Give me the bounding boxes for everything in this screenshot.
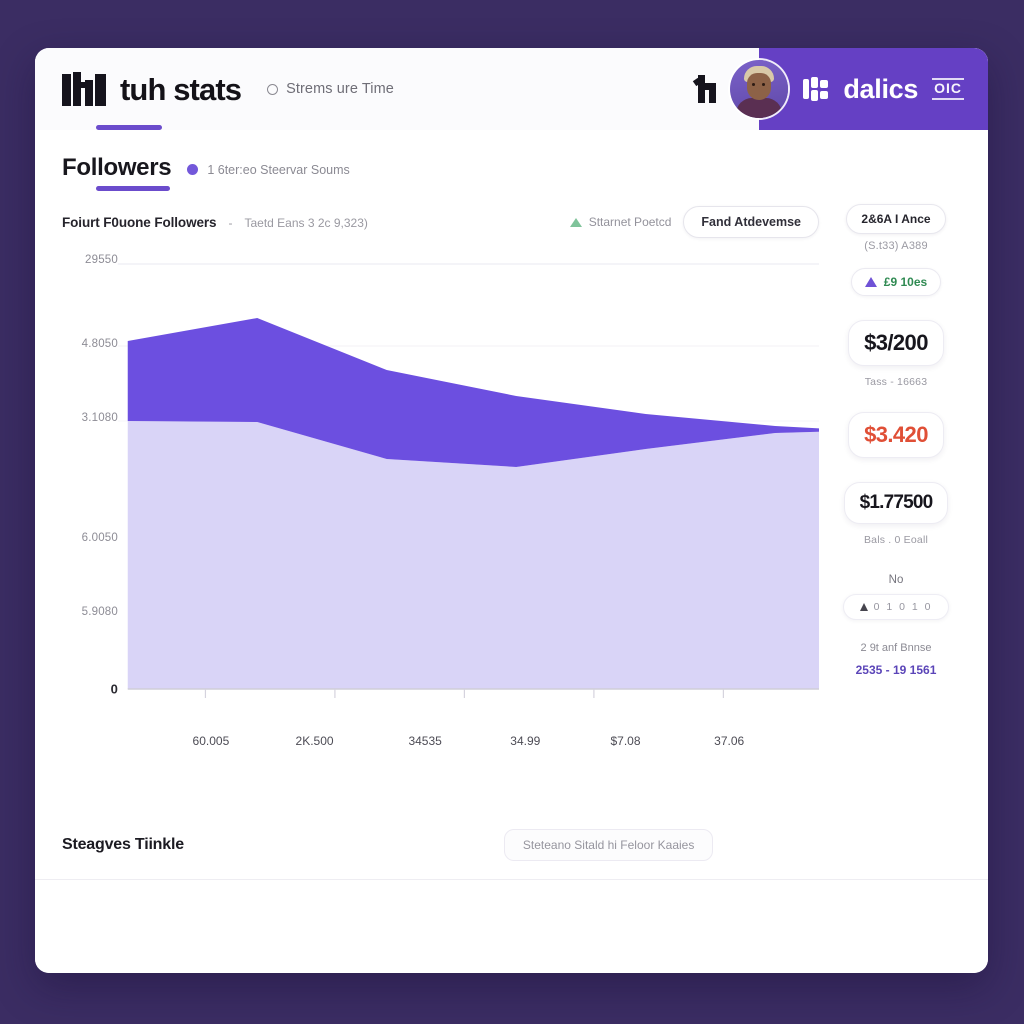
footer-section: Steagves Tiinkle Steteano Sitald hi Felo… bbox=[35, 809, 988, 880]
rail-foot-label: 2 9t anf Bnnse bbox=[860, 642, 932, 654]
rail-mini-label: No bbox=[888, 574, 904, 586]
stat-sub-3: Bals . 0 Eoall bbox=[863, 534, 929, 546]
brand[interactable]: tuh stats bbox=[62, 71, 242, 107]
stat-card-2[interactable]: $3.420 bbox=[848, 412, 944, 458]
rail-arrow-chip[interactable]: 0 1 0 1 0 bbox=[842, 594, 950, 620]
rail-trend-text: £9 10es bbox=[883, 275, 928, 289]
y-tick-5: 0 bbox=[110, 681, 118, 697]
x-tick-4: $7.08 bbox=[610, 734, 641, 748]
y-tick-2: 3.1080 bbox=[81, 412, 118, 424]
footer-blank-area bbox=[35, 880, 988, 973]
x-tick-5: 37.06 bbox=[714, 734, 745, 748]
app-card: tuh stats Strems ure Time dalics OIC Fol… bbox=[35, 48, 988, 973]
brand-name: tuh stats bbox=[120, 71, 242, 107]
body-wrapper: Foiurt F0uone Followers - Taetd Eans 3 2… bbox=[35, 188, 988, 809]
find-adrevenue-button[interactable]: Fand Atdevemse bbox=[683, 206, 819, 238]
chart-column: Foiurt F0uone Followers - Taetd Eans 3 2… bbox=[62, 202, 819, 809]
avatar-face bbox=[747, 73, 772, 100]
x-tick-2: 34535 bbox=[408, 734, 442, 748]
dalics-panel-badge: OIC bbox=[932, 78, 964, 100]
rail-balance-caption: (S.t33) A389 bbox=[864, 240, 928, 252]
footer-pill[interactable]: Steteano Sitald hi Feloor Kaaies bbox=[503, 829, 714, 861]
header-subtitle: Strems ure Time bbox=[286, 81, 394, 97]
triangle-up-purple-icon bbox=[864, 277, 877, 287]
rail-arrow-text: 0 1 0 1 0 bbox=[873, 601, 933, 613]
x-tick-3: 34.99 bbox=[510, 734, 541, 748]
h-mark-icon[interactable] bbox=[693, 75, 718, 103]
x-tick-1: 2K.500 bbox=[295, 734, 334, 748]
tab-followers[interactable]: Followers bbox=[62, 154, 172, 182]
chart-subtitle: Taetd Eans 3 2c 9,323) bbox=[244, 215, 368, 230]
stat-value-1: $3/200 bbox=[864, 330, 928, 355]
blocky-tuh-logo-icon bbox=[62, 72, 108, 106]
tab-underline bbox=[96, 186, 170, 191]
avatar-body bbox=[736, 98, 783, 118]
footer-title: Steagves Tiinkle bbox=[62, 836, 184, 853]
legend-dot-icon bbox=[187, 164, 199, 175]
rail-balance-button[interactable]: 2&6A I Ance bbox=[846, 204, 946, 234]
rail-foot-value: 2535 - 19 1561 bbox=[855, 663, 937, 677]
y-tick-3: 6.0050 bbox=[81, 532, 118, 544]
stat-value-2: $3.420 bbox=[864, 422, 928, 447]
x-axis-labels: 60.005 2K.500 34535 34.99 $7.08 37.06 bbox=[128, 716, 819, 756]
tab-legend: 1 6ter:eo Steervar Soums bbox=[187, 162, 350, 177]
x-tick-0: 60.005 bbox=[192, 734, 230, 748]
avatar[interactable] bbox=[730, 60, 789, 118]
stat-value-3: $1.77500 bbox=[859, 492, 934, 513]
chart-title: Foiurt F0uone Followers bbox=[62, 214, 217, 230]
chart-plot[interactable]: 29550 4.8050 3.1080 6.0050 5.9080 0 60.0… bbox=[62, 246, 819, 748]
y-tick-0: 29550 bbox=[85, 254, 118, 266]
tab-strip: Followers 1 6ter:eo Steervar Soums bbox=[35, 130, 988, 191]
stat-rail: 2&6A I Ance (S.t33) A389 £9 10es $3/200 … bbox=[831, 202, 961, 809]
app-header: tuh stats Strems ure Time dalics OIC bbox=[35, 48, 988, 130]
chart-header: Foiurt F0uone Followers - Taetd Eans 3 2… bbox=[62, 202, 819, 242]
y-tick-1: 4.8050 bbox=[81, 338, 118, 350]
stat-sub-1: Tass - 16663 bbox=[864, 376, 928, 388]
chart-dash: - bbox=[228, 215, 233, 230]
stat-card-3[interactable]: $1.77500 bbox=[843, 482, 949, 524]
header-right-group: dalics OIC bbox=[693, 48, 988, 130]
y-axis-labels: 29550 4.8050 3.1080 6.0050 5.9080 0 bbox=[62, 246, 118, 697]
chart-legend-streamer: Sttarnet Poetcd bbox=[569, 215, 672, 229]
header-subtitle-group[interactable]: Strems ure Time bbox=[267, 81, 394, 97]
tab-legend-label: 1 6ter:eo Steervar Soums bbox=[207, 162, 350, 177]
y-tick-4: 5.9080 bbox=[81, 606, 118, 618]
stat-card-1[interactable]: $3/200 bbox=[848, 320, 944, 366]
arrow-up-icon bbox=[859, 603, 868, 611]
circle-outline-icon bbox=[267, 83, 279, 95]
dalics-mark-icon bbox=[803, 77, 829, 101]
chart-svg bbox=[117, 263, 819, 698]
triangle-up-green-icon bbox=[569, 217, 582, 227]
dalics-panel[interactable]: dalics OIC bbox=[759, 48, 988, 130]
rail-trend-chip[interactable]: £9 10es bbox=[850, 268, 942, 296]
chart-legend-label: Sttarnet Poetcd bbox=[588, 215, 672, 229]
dalics-panel-name: dalics bbox=[843, 73, 919, 104]
